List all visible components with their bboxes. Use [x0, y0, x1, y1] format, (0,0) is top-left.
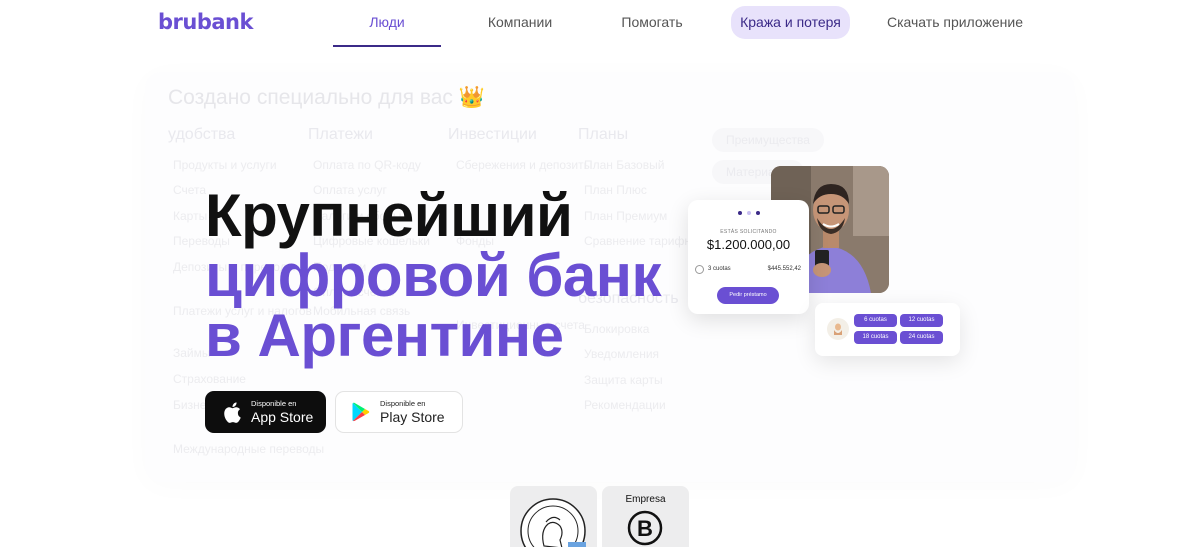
play-store-button[interactable]: Disponible en Play Store: [335, 391, 463, 433]
request-loan-button[interactable]: Pedir préstamo: [717, 287, 779, 304]
hero-title: Крупнейший цифровой банк в Аргентине: [205, 182, 662, 369]
nav-item-help[interactable]: Помогать: [598, 6, 706, 39]
mega-menu-link: Карты: [173, 209, 208, 223]
cuotas-chip[interactable]: 12 cuotas: [900, 314, 943, 327]
cuotas-chip[interactable]: 6 cuotas: [854, 314, 897, 327]
mega-menu-link: Сбережения и депозиты: [456, 158, 593, 172]
cuota-value: $445.552,42: [767, 266, 801, 272]
mega-menu-heading: Платежи: [308, 126, 373, 143]
play-store-big-text: Play Store: [380, 409, 445, 426]
nav-active-underline: [333, 45, 441, 47]
hand-coin-icon: [827, 318, 849, 340]
b-corp-badge: Empresa B: [602, 486, 689, 547]
mega-menu-link: Счета: [173, 183, 207, 197]
mega-menu-link: Защита карты: [584, 373, 663, 387]
loan-label: ESTÁS SOLICITANDO: [720, 229, 777, 235]
nav-item-download-app[interactable]: Скачать приложение: [880, 6, 1030, 39]
nav-item-theft-loss[interactable]: Кража и потеря: [731, 6, 850, 39]
cuotas-option: 3 cuotas: [708, 266, 731, 272]
mega-menu-pill: Преимущества: [712, 128, 824, 152]
mega-menu-link: План Базовый: [584, 158, 665, 172]
mega-menu-heading: удобства: [168, 126, 236, 143]
mega-menu-heading: Инвестиции: [448, 126, 537, 143]
nav-item-people[interactable]: Люди: [333, 6, 441, 39]
mega-menu-link: Оплата по QR-коду: [313, 158, 421, 172]
apple-icon: [221, 401, 243, 423]
hero-title-line-2: цифровой банк: [205, 242, 662, 309]
nav-item-companies[interactable]: Компании: [466, 6, 574, 39]
play-store-icon: [350, 401, 372, 423]
mega-menu-link: Международные переводы: [173, 442, 325, 456]
brubank-logo[interactable]: brubank: [158, 10, 253, 34]
mega-menu-title: Создано специально для вас 👑: [168, 86, 485, 109]
mega-menu-heading: Планы: [578, 126, 629, 143]
cuotas-chip[interactable]: 18 cuotas: [854, 331, 897, 344]
svg-text:B: B: [637, 516, 653, 541]
progress-dots: [738, 211, 760, 215]
mega-menu-link: Рекомендации: [584, 398, 666, 412]
bcra-seal-icon: [510, 498, 597, 547]
bcra-badge: [510, 486, 597, 547]
mega-menu-link: Продукты и услуги: [173, 158, 277, 172]
loan-amount: $1.200.000,00: [706, 237, 791, 252]
hero-title-line-3: в Аргентине: [205, 302, 564, 369]
hero-title-line-1: Крупнейший: [205, 182, 573, 249]
loan-request-card: ESTÁS SOLICITANDO $1.200.000,00 3 cuotas…: [688, 200, 809, 314]
play-store-small-text: Disponible en: [380, 398, 426, 408]
cuotas-chip[interactable]: 24 cuotas: [900, 331, 943, 344]
cuotas-radio[interactable]: [695, 265, 704, 274]
site-header: brubank Люди Компании Помогать Кража и п…: [0, 0, 1200, 48]
app-store-button[interactable]: Disponible en App Store: [205, 391, 326, 433]
mega-menu-link: Страхование: [173, 372, 246, 386]
cuotas-selector-card: 6 cuotas 12 cuotas 18 cuotas 24 cuotas: [815, 303, 960, 356]
app-store-small-text: Disponible en: [251, 398, 297, 408]
app-store-big-text: App Store: [251, 409, 314, 426]
